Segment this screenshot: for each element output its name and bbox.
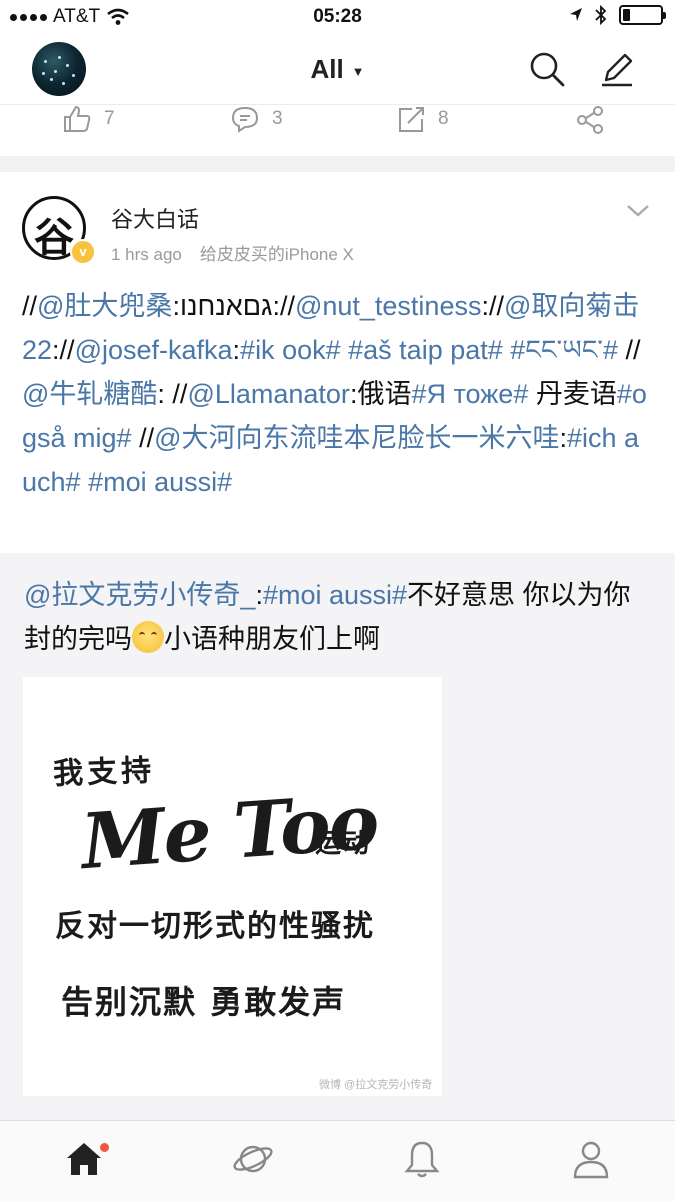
mention-link[interactable]: @nut_testiness [295,291,482,321]
compose-icon[interactable] [598,50,636,88]
caret-down-icon: ▼ [351,63,365,79]
hashtag-link[interactable]: #ik ook# [240,335,341,365]
like-button[interactable]: 7 [62,105,115,133]
bottom-tab-bar [0,1120,675,1201]
text-segment: // [617,335,641,365]
text-segment: // [22,291,38,321]
feed-filter-label: All [310,54,344,84]
comment-button[interactable]: 3 [230,105,283,133]
comment-count: 3 [272,108,283,129]
image-text-line4: 反对一切形式的性骚扰 [55,909,375,944]
text-segment: 丹麦语 [528,379,617,409]
hashtag-link[interactable]: #moi aussi# [88,467,232,497]
mention-link[interactable]: @牛轧糖酷 [22,379,157,409]
profile-icon[interactable] [572,1139,610,1179]
text-segment: :// [52,335,75,365]
repost-body: @拉文克劳小传奇_:#moi aussi#不好意思 你以为你封的完吗 小语种朋友们… [24,573,649,661]
post-image[interactable]: 我支持 Me Too 运动 反对一切形式的性骚扰 告别沉默 勇敢发声 微博 @拉… [23,677,442,1096]
text-segment: :俄语 [349,379,412,409]
home-badge [100,1143,109,1152]
text-segment: 小语种朋友们上啊 [164,624,380,654]
previous-post-actions: 7 3 8 [0,104,675,157]
text-segment: // [131,423,155,453]
mention-link[interactable]: @Llamanator [187,379,350,409]
status-right [569,5,666,25]
thumbs-up-icon [64,105,91,132]
author-name[interactable]: 谷大白话 [111,202,199,234]
chevron-down-icon[interactable] [624,200,652,220]
location-icon [570,8,582,21]
smile-emoji-icon [132,621,164,653]
image-text-line1: 我支持 [52,753,156,792]
feed-filter[interactable]: All ▼ [0,54,675,85]
feed-separator [0,156,675,172]
post-time: 1 hrs ago [111,245,182,264]
like-count: 7 [104,108,115,129]
text-segment: : [255,580,263,610]
text-segment: :// [481,291,504,321]
bluetooth-icon [595,5,607,25]
text-segment: : [232,335,241,365]
text-segment [341,335,349,365]
battery-icon [619,5,666,25]
hashtag-link[interactable]: #ངང་ཡང་# [510,335,618,365]
image-text-line5: 告别沉默 勇敢发声 [61,983,347,1021]
reposted-content[interactable]: @拉文克劳小传奇_:#moi aussi#不好意思 你以为你封的完吗 小语种朋友们… [0,553,675,1120]
text-segment: :גםאנחנו:// [172,291,295,321]
comment-icon [231,106,259,133]
mention-link[interactable]: @肚大兜桑 [37,291,172,321]
hashtag-link[interactable]: #aš taip pat# [348,335,503,365]
mention-link[interactable]: @拉文克劳小传奇_ [24,580,255,610]
repost-count: 8 [438,108,449,129]
search-icon[interactable] [528,50,566,88]
image-watermark: 微博 @拉文克劳小传奇 [319,1079,433,1091]
verified-badge: v [70,239,96,265]
repost-button[interactable]: 8 [396,105,449,133]
mention-link[interactable]: @josef-kafka [75,335,233,365]
post-body: //@肚大兜桑:גםאנחנו://@nut_testiness://@取向菊击… [22,284,654,504]
text-segment: : // [157,379,188,409]
image-text-line3: 运动 [315,829,372,859]
discover-icon[interactable] [232,1139,274,1179]
hashtag-link[interactable]: #Я тоже# [411,379,528,409]
text-segment [81,467,89,497]
home-icon[interactable] [64,1139,104,1179]
post-meta: 1 hrs ago 给皮皮买的iPhone X [111,240,354,265]
repost-icon [399,107,424,132]
post-source: 给皮皮买的iPhone X [199,245,354,264]
mention-link[interactable]: @大河向东流哇本尼脸长一米六哇 [154,423,559,453]
top-nav: All ▼ [0,36,675,104]
text-segment: : [559,423,568,453]
share-icon[interactable] [576,105,606,135]
notifications-icon[interactable] [404,1139,440,1179]
status-bar: AT&T 05:28 [0,0,675,36]
hashtag-link[interactable]: #moi aussi# [263,580,407,610]
